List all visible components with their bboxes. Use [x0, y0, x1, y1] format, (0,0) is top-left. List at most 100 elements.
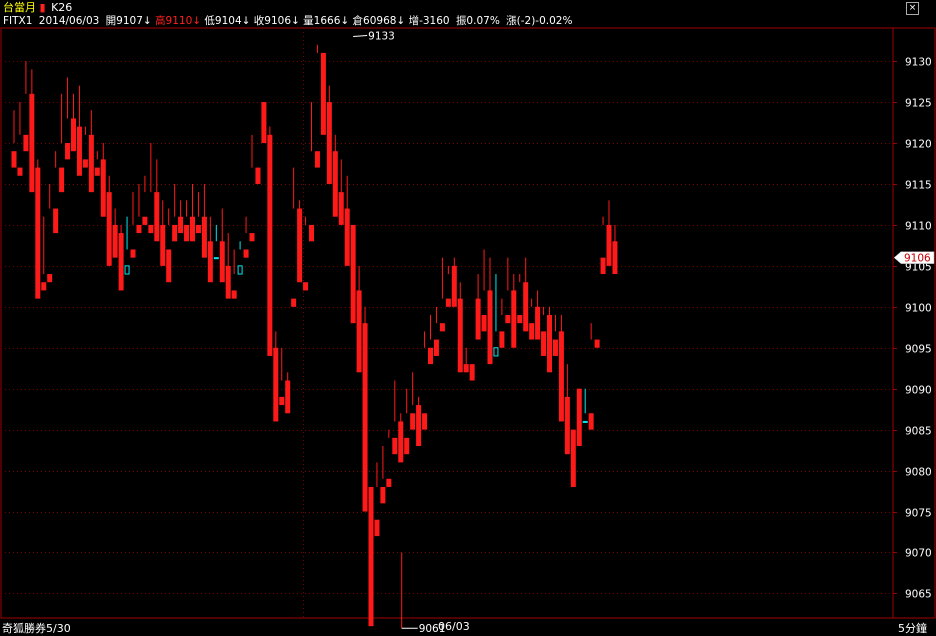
- volume-value: 量1666↓: [303, 15, 350, 27]
- tick-label: 9075: [905, 508, 932, 520]
- oi-change-value: 增-3160: [408, 15, 450, 27]
- period-selector[interactable]: 5分鐘: [898, 620, 927, 636]
- candle-body: [564, 396, 570, 455]
- candle-body: [475, 298, 481, 340]
- candle-body: [344, 208, 350, 266]
- candle-body: [374, 519, 380, 537]
- candle-body: [588, 413, 594, 430]
- candle-body: [499, 331, 505, 348]
- candle-body: [190, 216, 195, 242]
- candle-body: [457, 298, 463, 373]
- change-value: 漲(-2)-0.02%: [506, 15, 573, 27]
- candle-body: [570, 429, 576, 487]
- tick-label: 9100: [905, 303, 932, 315]
- candle-body: [600, 257, 606, 275]
- candle-body: [219, 241, 225, 283]
- candle-body: [261, 102, 267, 144]
- candle-body: [148, 224, 154, 234]
- candle-body: [71, 118, 76, 152]
- candle-body: [213, 257, 219, 260]
- candle-body: [112, 224, 118, 258]
- low-value: 低9104↓: [204, 15, 251, 27]
- candle-body: [17, 167, 23, 176]
- candle-body: [243, 249, 249, 258]
- open-value: 開9107↓: [105, 15, 152, 27]
- candle-body: [576, 388, 582, 447]
- candle-body: [469, 364, 475, 381]
- candle-body: [35, 167, 41, 299]
- symbol: FITX1: [3, 15, 33, 27]
- candle-body: [273, 347, 279, 422]
- candle-body: [88, 134, 94, 193]
- tick-label: 9085: [905, 426, 932, 438]
- candle-body: [142, 216, 148, 225]
- candle-body: [225, 265, 231, 299]
- candle-body: [178, 216, 184, 234]
- max-leader-line: [353, 35, 368, 38]
- candle-body: [124, 265, 130, 275]
- candle-body: [416, 405, 422, 447]
- candle-body: [517, 314, 523, 324]
- candle-body: [433, 339, 439, 356]
- candle-body: [594, 339, 600, 348]
- candle-body: [160, 224, 166, 266]
- candle-body: [11, 151, 17, 168]
- last-price-label: 9106: [904, 253, 931, 265]
- candle-body: [231, 290, 237, 299]
- candle-body: [201, 216, 207, 258]
- candle-body: [612, 241, 618, 275]
- candle-body: [314, 151, 320, 168]
- candle-body: [386, 478, 392, 487]
- candle-body: [172, 224, 178, 242]
- footer-date: 06/03: [438, 620, 470, 633]
- candle-body: [41, 282, 47, 291]
- candlestick-chart[interactable]: 91339061 9065907090759080908590909095910…: [0, 0, 936, 636]
- candle-body: [154, 192, 160, 242]
- open-interest-value: 倉60968↓: [352, 15, 406, 27]
- candle-body: [106, 192, 112, 266]
- candle-body: [529, 323, 535, 340]
- candle-body: [398, 421, 404, 463]
- tick-label: 9090: [905, 385, 932, 397]
- candle-body: [535, 306, 541, 340]
- candle-body: [338, 192, 344, 225]
- candle-body: [392, 437, 398, 455]
- candle-body: [428, 347, 433, 365]
- candle-body: [356, 290, 362, 373]
- candle-body: [552, 339, 558, 356]
- candle-body: [463, 364, 469, 373]
- candle-body: [404, 437, 410, 455]
- candle-body: [582, 420, 588, 423]
- footer-source: 奇狐勝券5/30: [2, 622, 71, 635]
- tick-label: 9065: [905, 589, 932, 601]
- candle-body: [547, 314, 552, 373]
- candle-body: [511, 290, 517, 348]
- candle-body: [195, 224, 201, 234]
- candle-body: [59, 167, 65, 193]
- candle-body: [332, 151, 338, 217]
- candle-body: [249, 233, 255, 242]
- candle-body: [410, 413, 416, 430]
- candle-body: [255, 167, 261, 184]
- close-value: 收9106↓: [253, 15, 300, 27]
- candle-body: [523, 282, 529, 332]
- candle-body: [29, 93, 35, 193]
- close-icon[interactable]: ×: [906, 2, 919, 15]
- quote-info: FITX1 2014/06/03 開9107↓ 高9110↓ 低9104↓ 收9…: [3, 13, 572, 28]
- candle-body: [481, 314, 487, 332]
- candle-body: [439, 323, 445, 332]
- tick-label: 9110: [905, 221, 932, 233]
- candle-body: [23, 134, 29, 152]
- candle-body: [368, 486, 374, 627]
- candle-body: [207, 241, 213, 283]
- candle-body: [493, 347, 499, 357]
- candle-body: [237, 265, 243, 275]
- candle-body: [184, 224, 190, 242]
- tick-label: 9130: [905, 57, 932, 69]
- tick-label: 9070: [905, 548, 932, 560]
- candle-body: [76, 126, 82, 176]
- candle-body: [65, 143, 71, 160]
- candle-body: [541, 331, 547, 356]
- candle-body: [380, 486, 386, 504]
- candle-body: [279, 396, 285, 406]
